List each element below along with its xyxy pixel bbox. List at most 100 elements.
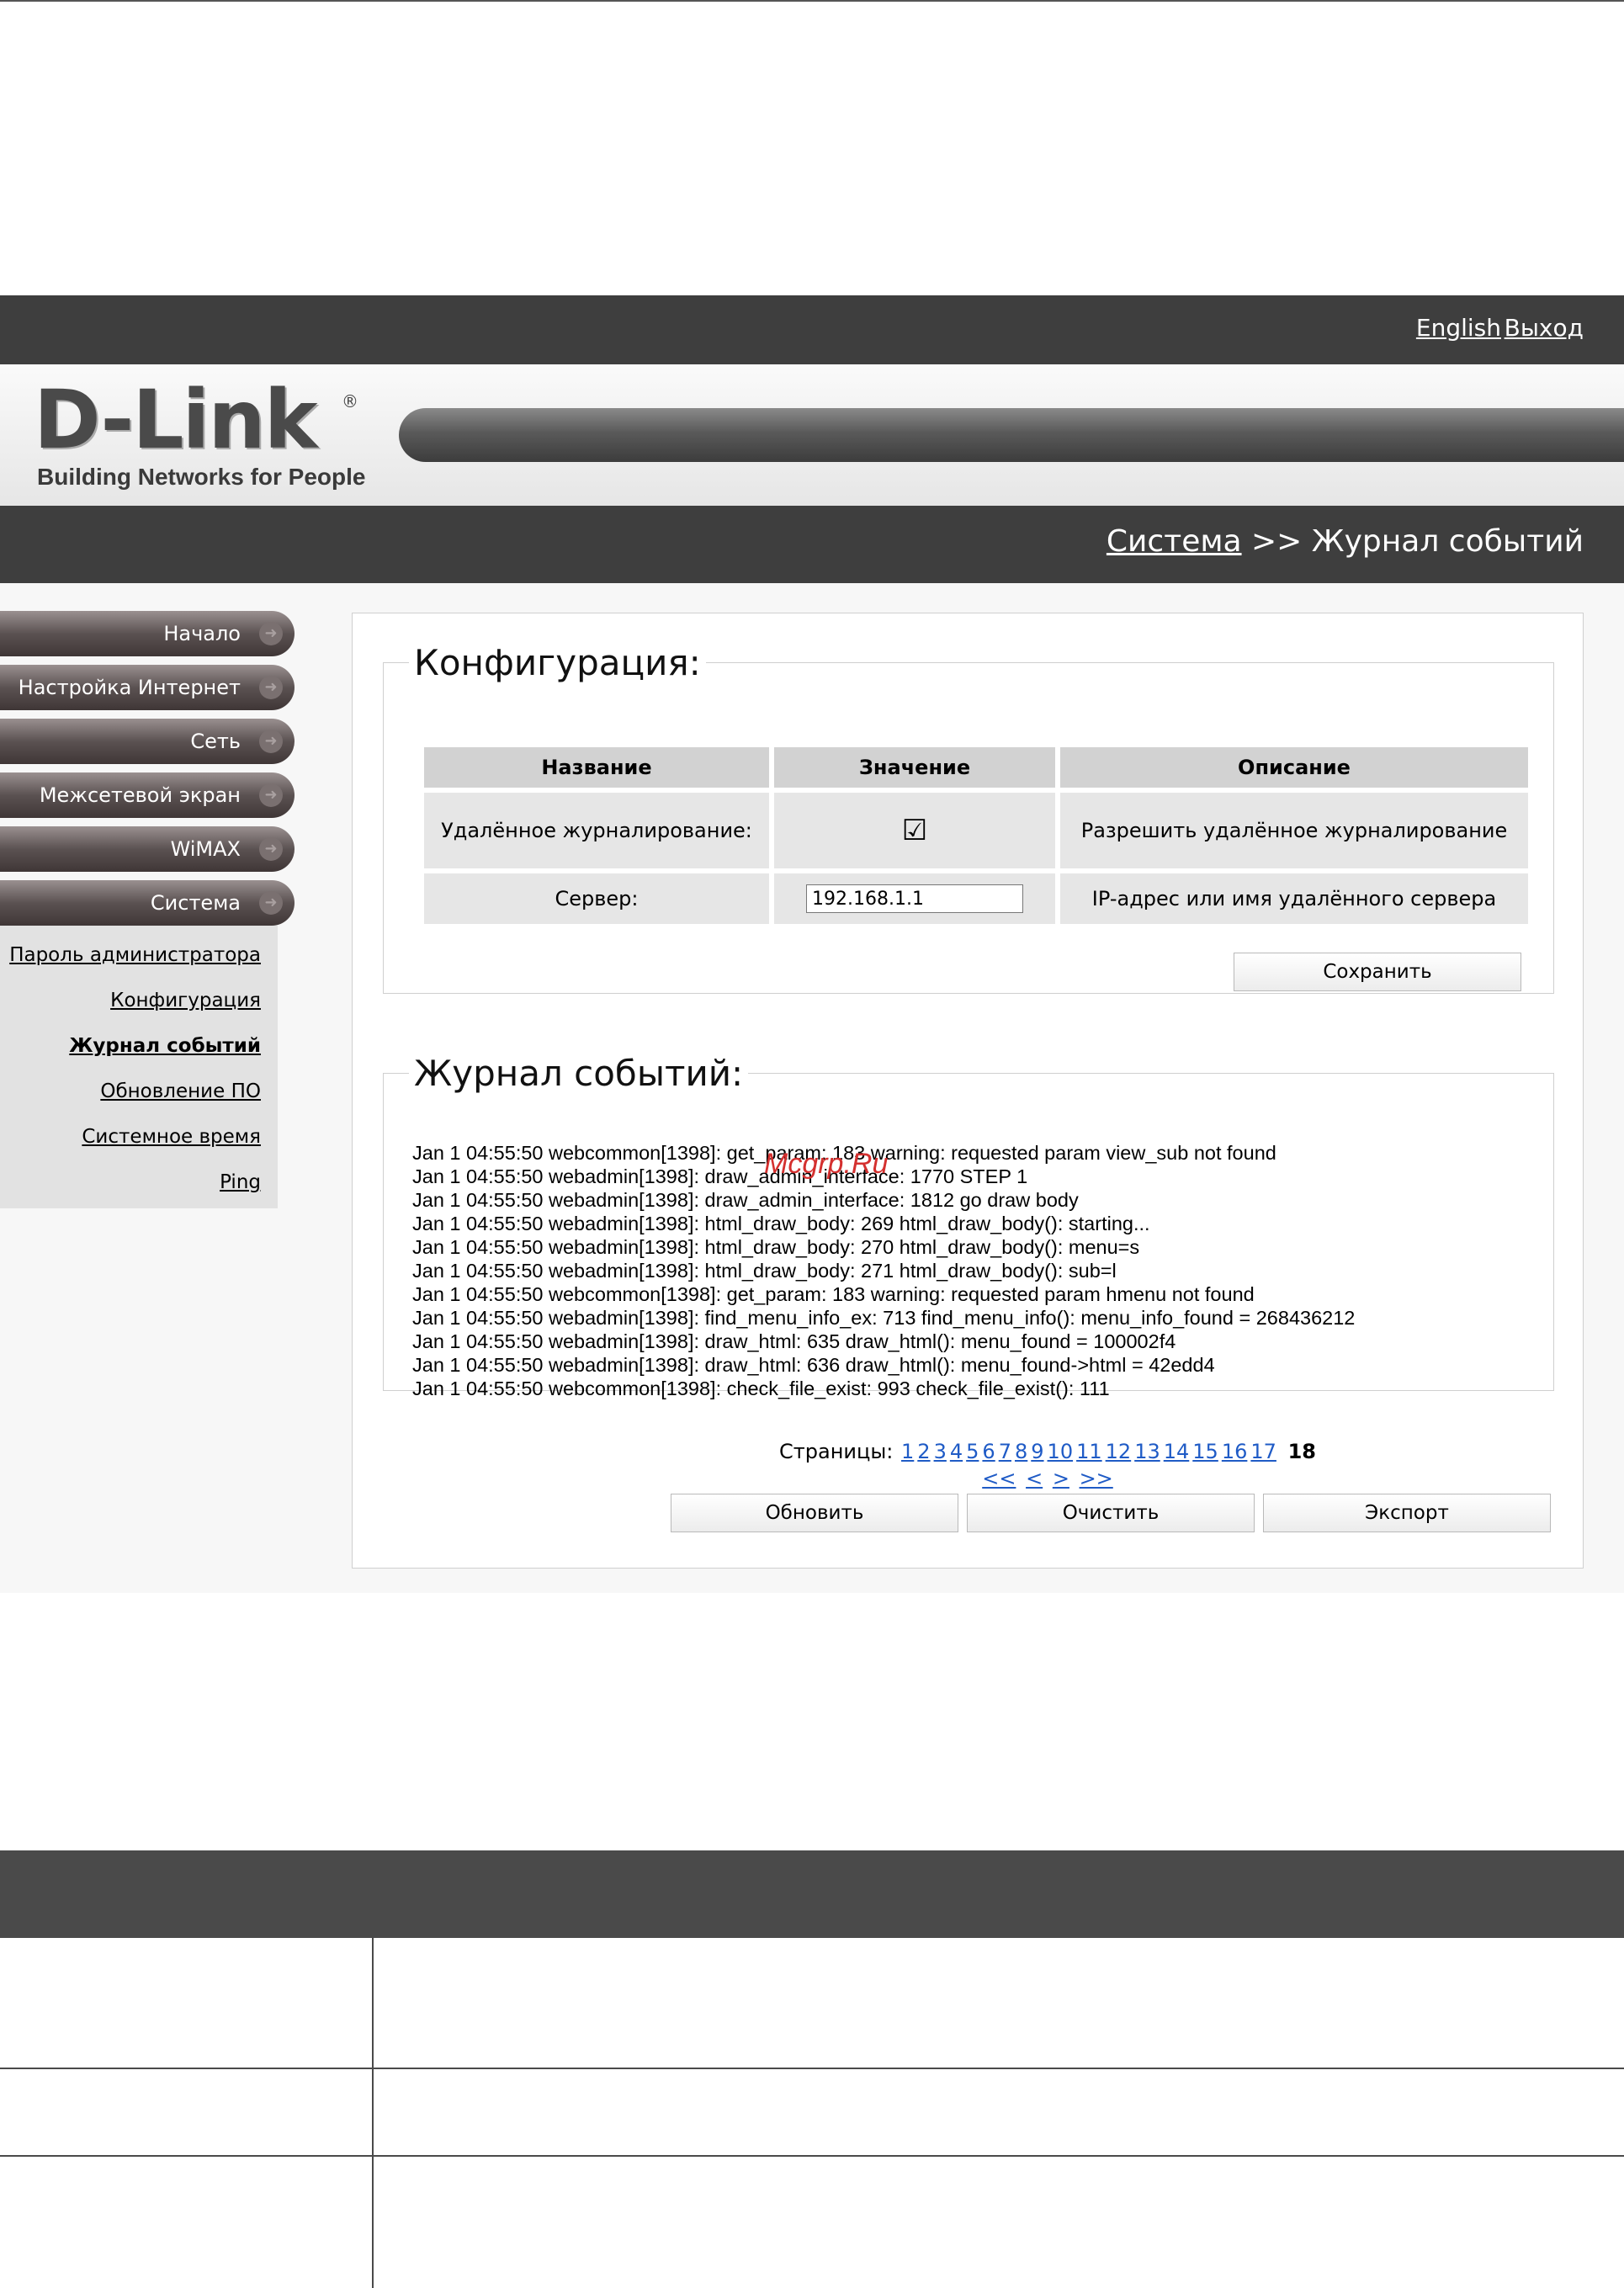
page-link[interactable]: 12 — [1106, 1440, 1132, 1463]
submenu-event-log[interactable]: Журнал событий — [0, 1023, 278, 1069]
configuration-table: Название Значение Описание Удалённое жур… — [419, 742, 1533, 929]
doc-table-row — [0, 2069, 1624, 2157]
remote-logging-description: Разрешить удалённое журналирование — [1060, 793, 1528, 868]
submenu-system-time[interactable]: Системное время — [0, 1114, 278, 1160]
log-line: Jan 1 04:55:50 webadmin[1398]: draw_html… — [412, 1330, 1176, 1352]
page-link[interactable]: 15 — [1192, 1440, 1218, 1463]
header-decor-bar — [399, 408, 1624, 462]
submenu-ping[interactable]: Ping — [0, 1160, 278, 1205]
page-link[interactable]: 5 — [966, 1440, 979, 1463]
submenu-configuration[interactable]: Конфигурация — [0, 978, 278, 1023]
log-line: Jan 1 04:55:50 webadmin[1398]: draw_html… — [412, 1354, 1215, 1376]
content-panel: Конфигурация: Название Значение Описание… — [352, 613, 1584, 1569]
export-button[interactable]: Экспорт — [1263, 1494, 1551, 1532]
pagination: Страницы: 1 2 3 4 5 6 7 8 9 10 11 12 13 14 15 16 17 18 <… — [353, 1440, 1583, 1490]
breadcrumb-system-link[interactable]: Система — [1107, 524, 1242, 559]
log-line: Jan 1 04:55:50 webadmin[1398]: html_draw… — [412, 1260, 1117, 1282]
log-line: Jan 1 04:55:50 webadmin[1398]: find_menu… — [412, 1307, 1356, 1329]
submenu-firmware-update[interactable]: Обновление ПО — [0, 1069, 278, 1114]
event-log-section: Журнал событий: Jan 1 04:55:50 webcommon… — [383, 1053, 1554, 1399]
remote-logging-cell: ☑ — [774, 793, 1055, 868]
table-row: Удалённое журналирование: ☑ Разрешить уд… — [424, 793, 1528, 868]
table-row: Сервер: IP-адрес или имя удалённого серв… — [424, 873, 1528, 924]
next-page-link[interactable]: > — [1053, 1467, 1069, 1490]
breadcrumb-bar: Система >> Журнал событий — [0, 506, 1624, 583]
server-description: IP-адрес или имя удалённого сервера — [1060, 873, 1528, 924]
last-page-link[interactable]: >> — [1080, 1467, 1113, 1490]
sidebar-item-label: Начало — [163, 622, 241, 645]
sidebar-item-label: Настройка Интернет — [18, 676, 241, 699]
sidebar-item-firewall[interactable]: Межсетевой экран ➜ — [0, 772, 295, 818]
system-submenu: Пароль администратора Конфигурация Журна… — [0, 926, 278, 1208]
clear-button[interactable]: Очистить — [967, 1494, 1255, 1532]
sidebar-item-label: Система — [150, 891, 241, 915]
doc-table-row — [0, 1938, 1624, 2069]
page-link[interactable]: 14 — [1164, 1440, 1190, 1463]
column-divider — [372, 2157, 374, 2288]
english-link[interactable]: English — [1416, 314, 1501, 342]
exit-link[interactable]: Выход — [1505, 314, 1584, 342]
sidebar-item-network[interactable]: Сеть ➜ — [0, 719, 295, 764]
doc-table-header — [0, 1850, 1624, 1938]
event-log-title: Журнал событий: — [414, 1053, 744, 1094]
sidebar-item-label: Межсетевой экран — [39, 783, 241, 807]
page-link[interactable]: 16 — [1222, 1440, 1248, 1463]
pagination-label: Страницы: — [779, 1440, 894, 1463]
save-button[interactable]: Сохранить — [1234, 953, 1521, 991]
logo-tagline: Building Networks for People — [37, 464, 366, 490]
server-input[interactable] — [806, 884, 1023, 913]
column-header-value: Значение — [774, 747, 1055, 788]
arrow-right-icon: ➜ — [259, 622, 283, 645]
server-cell — [774, 873, 1055, 924]
sidebar-item-wimax[interactable]: WiMAX ➜ — [0, 826, 295, 872]
log-line: Jan 1 04:55:50 webadmin[1398]: html_draw… — [412, 1236, 1140, 1258]
breadcrumb: Система >> Журнал событий — [1107, 524, 1584, 559]
page-link[interactable]: 6 — [982, 1440, 995, 1463]
dlink-logo: D-Link — [34, 373, 318, 467]
page-link[interactable]: 3 — [934, 1440, 947, 1463]
sidebar-item-home[interactable]: Начало ➜ — [0, 611, 295, 656]
page-link[interactable]: 9 — [1031, 1440, 1043, 1463]
sidebar: Начало ➜ Настройка Интернет ➜ Сеть ➜ Межсет… — [0, 611, 296, 1208]
page-link[interactable]: 8 — [1015, 1440, 1027, 1463]
configuration-section: Конфигурация: Название Значение Описание… — [383, 642, 1554, 994]
watermark: Mcgrp.Ru — [764, 1148, 889, 1180]
log-line: Jan 1 04:55:50 webadmin[1398]: draw_admi… — [412, 1189, 1079, 1211]
page-link[interactable]: 4 — [950, 1440, 963, 1463]
configuration-title: Конфигурация: — [414, 642, 701, 683]
registered-mark: ® — [342, 391, 358, 411]
first-page-link[interactable]: << — [982, 1467, 1016, 1490]
page-link[interactable]: 13 — [1134, 1440, 1160, 1463]
breadcrumb-separator: >> — [1251, 524, 1303, 559]
log-line: Jan 1 04:55:50 webcommon[1398]: check_fi… — [412, 1378, 1110, 1399]
refresh-button[interactable]: Обновить — [671, 1494, 958, 1532]
arrow-right-icon: ➜ — [259, 891, 283, 915]
arrow-right-icon: ➜ — [259, 730, 283, 753]
page-link[interactable]: 10 — [1048, 1440, 1074, 1463]
page-link[interactable]: 1 — [901, 1440, 914, 1463]
arrow-right-icon: ➜ — [259, 837, 283, 861]
sidebar-item-system[interactable]: Система ➜ — [0, 880, 295, 926]
page-link[interactable]: 11 — [1076, 1440, 1102, 1463]
arrow-right-icon: ➜ — [259, 783, 283, 807]
page-link[interactable]: 17 — [1250, 1440, 1276, 1463]
top-rule — [0, 0, 1624, 2]
submenu-admin-password[interactable]: Пароль администратора — [0, 932, 278, 978]
column-header-description: Описание — [1060, 747, 1528, 788]
column-header-name: Название — [424, 747, 769, 788]
sidebar-item-label: Сеть — [190, 730, 241, 753]
log-line: Jan 1 04:55:50 webcommon[1398]: get_para… — [412, 1283, 1255, 1305]
arrow-right-icon: ➜ — [259, 676, 283, 699]
page-link[interactable]: 2 — [917, 1440, 930, 1463]
column-divider — [372, 2069, 374, 2155]
sidebar-item-internet[interactable]: Настройка Интернет ➜ — [0, 665, 295, 710]
remote-logging-label: Удалённое журналирование: — [424, 793, 769, 868]
prev-page-link[interactable]: < — [1026, 1467, 1043, 1490]
column-divider — [372, 1938, 374, 2068]
remote-logging-checkbox[interactable]: ☑ — [902, 814, 927, 847]
server-label: Сервер: — [424, 873, 769, 924]
router-web-interface: English Выход D-Link ® Building Networks… — [0, 295, 1624, 1593]
page-link[interactable]: 7 — [999, 1440, 1011, 1463]
current-page: 18 — [1287, 1440, 1316, 1463]
header: D-Link ® Building Networks for People — [0, 364, 1624, 506]
